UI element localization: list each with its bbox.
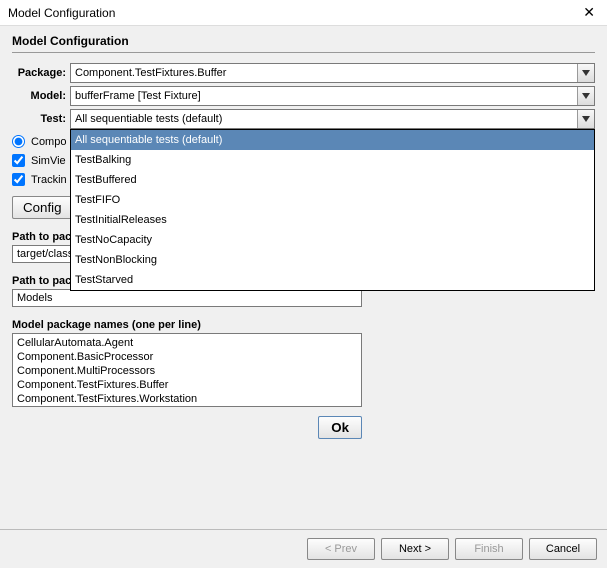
model-combo[interactable]: bufferFrame [Test Fixture]: [70, 86, 595, 106]
window-title: Model Configuration: [8, 6, 115, 20]
packages-label: Model package names (one per line): [12, 319, 595, 331]
packages-textarea[interactable]: [12, 333, 362, 407]
package-value: Component.TestFixtures.Buffer: [71, 67, 577, 79]
simview-check[interactable]: [12, 154, 25, 167]
test-option[interactable]: All sequentiable tests (default): [71, 130, 594, 150]
wizard-footer: < Prev Next > Finish Cancel: [0, 529, 607, 568]
simview-label: SimVie: [31, 155, 66, 167]
test-option[interactable]: TestStarved: [71, 270, 594, 290]
test-option[interactable]: TestNoCapacity: [71, 230, 594, 250]
component-radio[interactable]: [12, 135, 25, 148]
ok-button[interactable]: Ok: [318, 416, 362, 439]
package-label: Package:: [12, 67, 70, 79]
source-path-input[interactable]: [12, 289, 362, 307]
test-option[interactable]: TestBalking: [71, 150, 594, 170]
chevron-down-icon[interactable]: [577, 64, 594, 82]
tracking-label: Trackin: [31, 174, 67, 186]
cancel-button[interactable]: Cancel: [529, 538, 597, 560]
chevron-down-icon[interactable]: [577, 110, 594, 128]
test-value: All sequentiable tests (default): [71, 113, 577, 125]
test-label: Test:: [12, 113, 70, 125]
next-button[interactable]: Next >: [381, 538, 449, 560]
package-combo[interactable]: Component.TestFixtures.Buffer: [70, 63, 595, 83]
close-icon[interactable]: ✕: [579, 4, 599, 21]
chevron-down-icon[interactable]: [577, 87, 594, 105]
test-option[interactable]: TestBuffered: [71, 170, 594, 190]
model-value: bufferFrame [Test Fixture]: [71, 90, 577, 102]
test-option[interactable]: TestFIFO: [71, 190, 594, 210]
configure-button[interactable]: Config: [12, 196, 73, 219]
test-option[interactable]: TestInitialReleases: [71, 210, 594, 230]
tracking-check[interactable]: [12, 173, 25, 186]
test-dropdown[interactable]: All sequentiable tests (default)TestBalk…: [70, 129, 595, 291]
prev-button[interactable]: < Prev: [307, 538, 375, 560]
finish-button[interactable]: Finish: [455, 538, 523, 560]
test-combo[interactable]: All sequentiable tests (default): [70, 109, 595, 129]
section-title: Model Configuration: [12, 32, 595, 53]
titlebar: Model Configuration ✕: [0, 0, 607, 26]
component-label: Compo: [31, 136, 66, 148]
test-option[interactable]: TestNonBlocking: [71, 250, 594, 270]
model-label: Model:: [12, 90, 70, 102]
